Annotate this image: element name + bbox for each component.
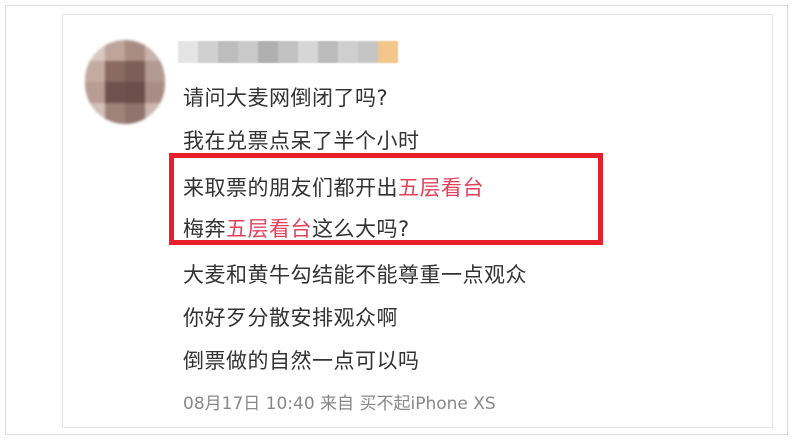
username-pixel	[338, 41, 358, 63]
avatar-pixel	[85, 61, 105, 82]
avatar-pixel	[105, 82, 125, 103]
username-pixel	[238, 41, 258, 63]
avatar[interactable]	[85, 40, 165, 124]
username-pixel	[278, 41, 298, 63]
username-pixel	[178, 41, 198, 63]
avatar-pixel	[145, 61, 165, 82]
avatar-pixel	[85, 82, 105, 103]
username-pixel	[218, 41, 238, 63]
avatar-pixel	[105, 61, 125, 82]
topic-link-five-tier[interactable]: 五层看台	[398, 176, 484, 200]
avatar-pixel	[125, 82, 145, 103]
post-line-7: 倒票做的自然一点可以吗	[183, 349, 420, 373]
username-pixel	[198, 41, 218, 63]
post-line-1: 请问大麦网倒闭了吗?	[183, 86, 389, 110]
username-pixel	[298, 41, 318, 63]
username-pixel	[258, 41, 278, 63]
topic-link-five-tier-2[interactable]: 五层看台	[226, 217, 312, 241]
post-line-2: 我在兑票点呆了半个小时	[183, 129, 420, 153]
post-line-4-suffix: 这么大吗?	[312, 217, 410, 241]
avatar-pixel	[125, 40, 145, 61]
post-line-4-prefix: 梅奔	[183, 217, 226, 241]
username-pixel	[318, 41, 338, 63]
username-blurred[interactable]	[178, 41, 398, 63]
post-meta: 08月17日 10:40 来自 买不起iPhone XS	[183, 394, 496, 414]
post-line-4: 梅奔五层看台这么大吗?	[183, 215, 410, 243]
post-line-3: 来取票的朋友们都开出五层看台	[183, 174, 484, 202]
username-pixel	[358, 41, 378, 63]
avatar-pixel	[125, 61, 145, 82]
username-pixel	[378, 41, 398, 63]
post-line-3-text: 来取票的朋友们都开出	[183, 176, 398, 200]
post-line-6: 你好歹分散安排观众啊	[183, 306, 398, 330]
avatar-pixel	[105, 40, 125, 61]
post-line-5: 大麦和黄牛勾结能不能尊重一点观众	[183, 263, 527, 287]
